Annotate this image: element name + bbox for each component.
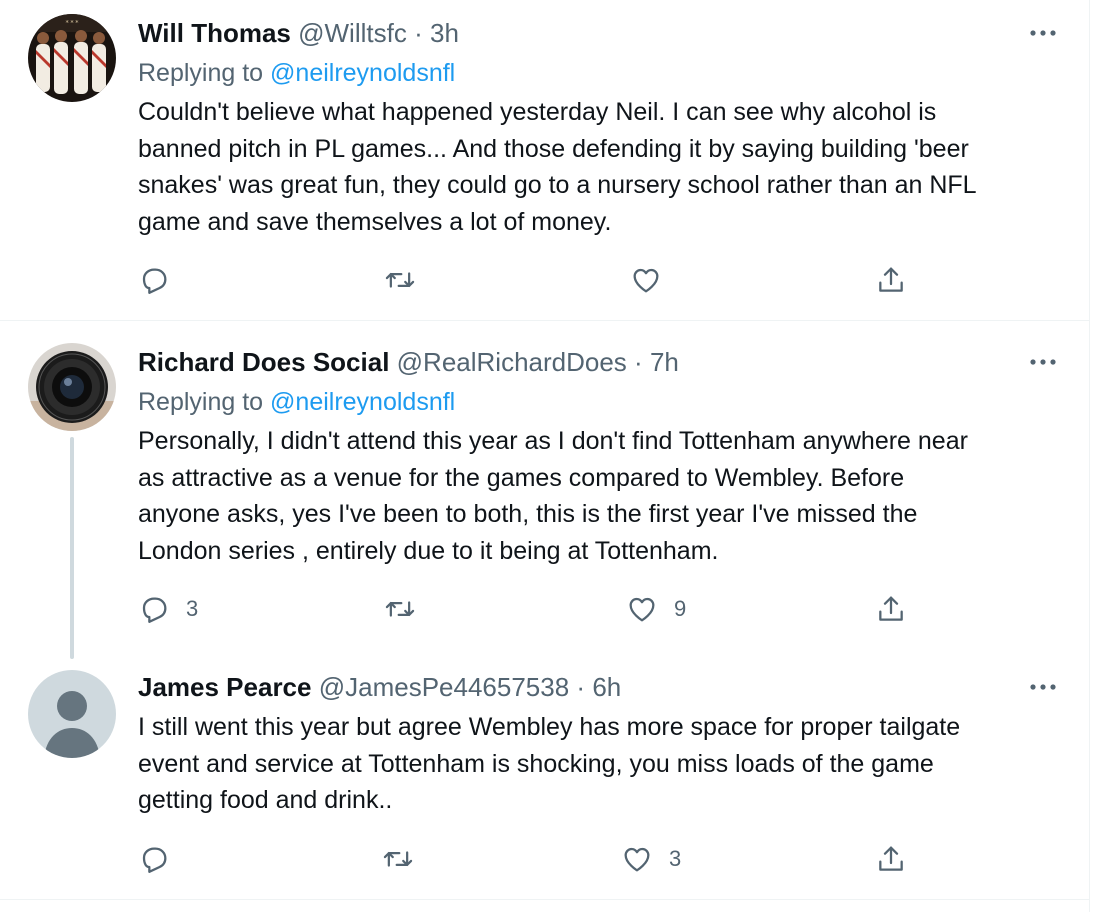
tweet-will-thomas[interactable]: * * * Will Thomas @Willtsfc · 3h Replyin… — [0, 0, 1089, 320]
handle[interactable]: @RealRichardDoes — [397, 347, 627, 377]
handle[interactable]: @Willtsfc — [298, 18, 407, 48]
tweet-text: I still went this year but agree Wembley… — [138, 709, 1068, 819]
heart-icon — [630, 264, 662, 296]
separator: · — [634, 347, 643, 377]
tweet-richard-does-social[interactable]: Richard Does Social @RealRichardDoes · 7… — [0, 321, 1089, 661]
tweet-header: Richard Does Social @RealRichardDoes · 7… — [138, 346, 679, 378]
tweet-header: Will Thomas @Willtsfc · 3h — [138, 17, 459, 49]
timestamp[interactable]: 6h — [592, 672, 621, 702]
replying-to: Replying to @neilreynoldsnfl — [138, 386, 455, 418]
tweet-header: James Pearce @JamesPe44657538 · 6h — [138, 671, 621, 703]
reply-button[interactable]: 3 — [138, 589, 198, 629]
share-button[interactable] — [875, 589, 907, 629]
heart-icon — [626, 593, 658, 625]
divider — [0, 899, 1089, 900]
display-name[interactable]: Will Thomas — [138, 18, 291, 48]
text-line: Personally, I didn't attend this year as… — [138, 427, 968, 455]
retweet-icon — [383, 593, 417, 625]
timestamp[interactable]: 3h — [430, 18, 459, 48]
display-name[interactable]: Richard Does Social — [138, 347, 389, 377]
share-icon — [875, 264, 907, 296]
more-icon[interactable] — [1026, 677, 1060, 697]
share-icon — [875, 843, 907, 875]
reply-icon — [138, 593, 170, 625]
text-line: banned pitch in PL games... And those de… — [138, 134, 969, 163]
share-button[interactable] — [875, 260, 907, 300]
avatar[interactable]: * * * — [28, 14, 116, 102]
reply-button[interactable] — [138, 839, 186, 879]
replying-prefix: Replying to — [138, 388, 264, 416]
separator: · — [414, 18, 423, 48]
handle[interactable]: @JamesPe44657538 — [319, 672, 569, 702]
retweet-button[interactable] — [383, 589, 433, 629]
retweet-icon — [383, 264, 417, 296]
text-line: as attractive as a venue for the games c… — [138, 463, 905, 492]
mention-link[interactable]: @neilreynoldsnfl — [270, 388, 455, 416]
avatar[interactable] — [28, 343, 116, 431]
replying-prefix: Replying to — [138, 59, 264, 87]
retweet-button[interactable] — [381, 839, 431, 879]
avatar[interactable] — [28, 670, 116, 758]
more-icon[interactable] — [1026, 352, 1060, 372]
more-icon[interactable] — [1026, 23, 1060, 43]
like-button[interactable]: 3 — [621, 839, 681, 879]
share-button[interactable] — [875, 839, 907, 879]
text-line: game and save themselves a lot of money. — [138, 207, 612, 236]
text-line: snakes' was great fun, they could go to … — [138, 171, 977, 199]
tweet-text: Personally, I didn't attend this year as… — [138, 423, 1068, 569]
reply-count: 3 — [186, 596, 199, 621]
svg-text:* * *: * * * — [66, 20, 79, 27]
thread-line — [70, 437, 74, 659]
tweet-james-pearce[interactable]: James Pearce @JamesPe44657538 · 6h I sti… — [0, 661, 1089, 899]
reply-icon — [138, 843, 170, 875]
tweet-text: Couldn't believe what happened yesterday… — [138, 94, 1068, 240]
like-count: 9 — [674, 596, 687, 621]
mention-link[interactable]: @neilreynoldsnfl — [270, 59, 455, 87]
retweet-button[interactable] — [383, 260, 433, 300]
heart-icon — [621, 843, 653, 875]
reply-icon — [138, 264, 170, 296]
display-name[interactable]: James Pearce — [138, 672, 311, 702]
timestamp[interactable]: 7h — [650, 347, 679, 377]
retweet-icon — [381, 843, 415, 875]
text-line: Couldn't believe what happened yesterday… — [138, 98, 937, 126]
text-line: anyone asks, yes I've been to both, this… — [138, 500, 918, 528]
like-count: 3 — [669, 846, 682, 871]
separator: · — [576, 672, 586, 702]
text-line: getting food and drink.. — [138, 786, 393, 814]
reply-button[interactable] — [138, 260, 186, 300]
share-icon — [875, 593, 907, 625]
replying-to: Replying to @neilreynoldsnfl — [138, 57, 455, 89]
like-button[interactable] — [630, 260, 678, 300]
replies-feed: * * * Will Thomas @Willtsfc · 3h Replyin… — [0, 0, 1090, 912]
text-line: I still went this year but agree Wembley… — [138, 713, 961, 741]
text-line: event and service at Tottenham is shocki… — [138, 749, 934, 778]
text-line: London series , entirely due to it being… — [138, 536, 719, 565]
like-button[interactable]: 9 — [626, 589, 686, 629]
